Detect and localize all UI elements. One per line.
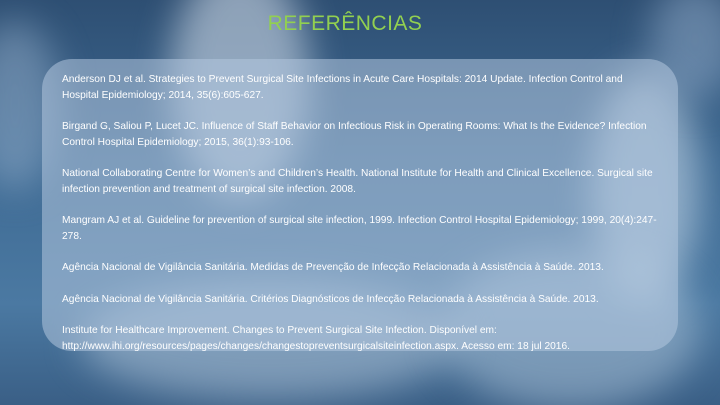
reference-item: National Collaborating Centre for Women’…: [62, 168, 653, 195]
reference-item: Anderson DJ et al. Strategies to Prevent…: [62, 74, 623, 101]
references-list: Anderson DJ et al. Strategies to Prevent…: [62, 72, 662, 370]
reference-item: Mangram AJ et al. Guideline for preventi…: [62, 215, 657, 242]
reference-item: Institute for Healthcare Improvement. Ch…: [62, 325, 570, 352]
reference-item: Agência Nacional de Vigilância Sanitária…: [62, 293, 599, 305]
reference-item: Birgand G, Saliou P, Lucet JC. Influence…: [62, 121, 647, 148]
slide-title: REFERÊNCIAS: [267, 12, 423, 35]
reference-item: Agência Nacional de Vigilância Sanitária…: [62, 262, 604, 273]
slide: REFERÊNCIAS Anderson DJ et al. Strategie…: [0, 0, 720, 405]
